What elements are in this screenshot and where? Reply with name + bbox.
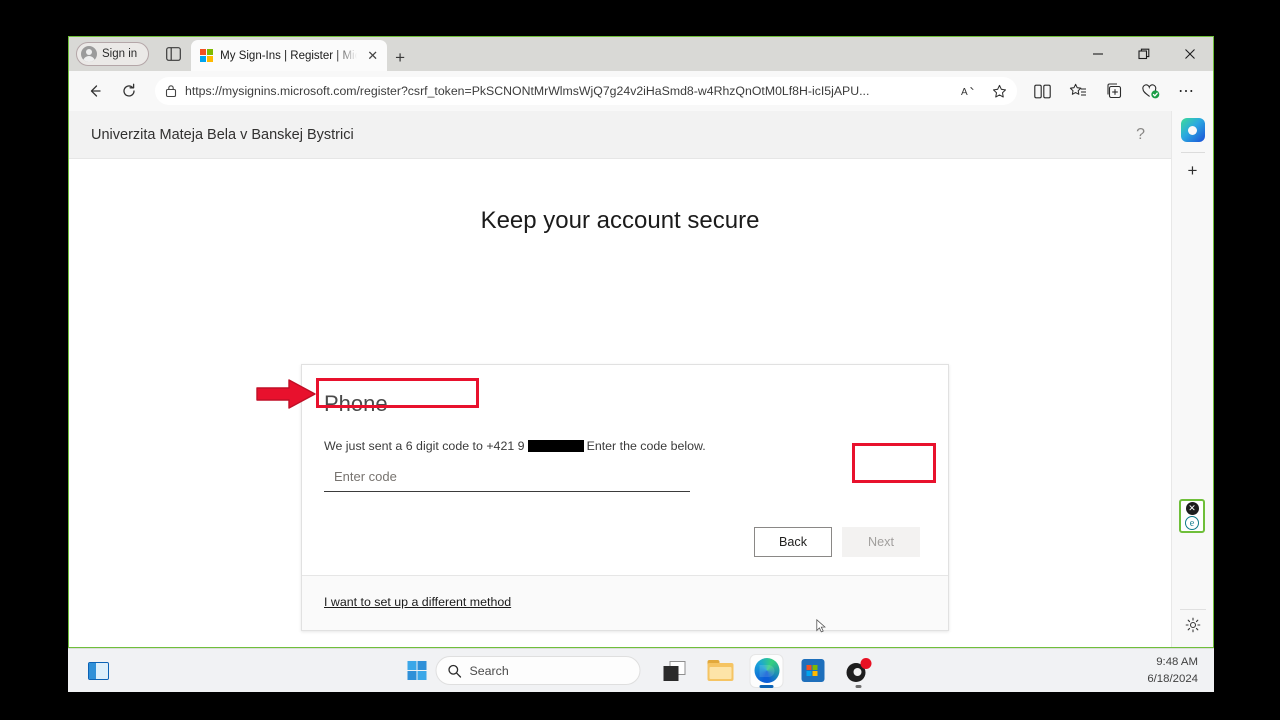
sign-in-button[interactable]: Sign in [76,42,150,66]
restore-icon [1138,48,1150,60]
microsoft-store-button[interactable] [797,655,829,687]
collections-icon [1106,83,1121,99]
browser-toolbar-icons: ⋯ [1025,76,1203,106]
taskbar-center: Search [407,654,875,688]
taskbar-apps [659,654,875,688]
taskbar-search[interactable]: Search [435,656,641,685]
sidebar-bottom-divider [1179,609,1206,610]
tab-close-icon[interactable]: ✕ [364,47,381,64]
settings-and-more-button[interactable]: ⋯ [1169,76,1203,106]
favorites-button[interactable] [1061,76,1095,106]
task-view-icon [663,660,686,681]
gear-icon [1185,617,1200,633]
read-aloud-icon[interactable]: A [961,84,978,98]
next-button: Next [842,527,920,557]
split-screen-icon [1033,84,1051,98]
redacted-phone-number [527,440,584,452]
tab-actions-icon [165,47,181,61]
code-input[interactable] [324,462,690,492]
card-footer: I want to set up a different method [302,575,948,630]
different-method-link[interactable]: I want to set up a different method [324,595,511,609]
address-bar[interactable]: https://mysignins.microsoft.com/register… [155,77,1017,105]
search-placeholder: Search [469,663,509,678]
verification-card: Phone We just sent a 6 digit code to +42… [301,364,949,631]
sidebar-settings-icon[interactable] [1185,617,1201,637]
edge-sidebar: + ✕ e [1171,111,1213,647]
file-explorer-button[interactable] [705,655,737,687]
widget-edge-icon[interactable]: e [1185,516,1199,530]
close-window-button[interactable] [1167,37,1213,71]
search-icon [448,664,462,678]
browser-window: Sign in My Sign-Ins | Register | Microso… [68,36,1214,648]
site-header: Univerzita Mateja Bela v Banskej Bystric… [69,111,1171,159]
add-favorite-icon[interactable] [992,84,1007,99]
sign-in-label: Sign in [102,48,138,60]
svg-text:A: A [961,87,968,98]
microsoft-logo-icon [200,49,214,62]
page-title: Keep your account secure [480,207,760,234]
tab-strip: Sign in My Sign-Ins | Register | Microso… [69,37,1213,71]
web-page: Univerzita Mateja Bela v Banskej Bystric… [69,111,1171,647]
url-text: https://mysignins.microsoft.com/register… [185,84,870,98]
window-controls [1075,37,1213,71]
microsoft-edge-button[interactable] [750,654,783,688]
microsoft-logo-icon [806,664,819,677]
refresh-button[interactable] [113,76,145,106]
taskbar: Search 9:48 AM 6/18/2024 [68,648,1214,692]
browser-essentials-icon [1141,84,1159,99]
obs-studio-icon [846,657,872,683]
code-input-row [324,462,926,494]
restore-button[interactable] [1121,37,1167,71]
clock-date: 6/18/2024 [1147,672,1198,685]
minimize-button[interactable] [1075,37,1121,71]
browser-content: Univerzita Mateja Bela v Banskej Bystric… [69,111,1213,647]
organization-name: Univerzita Mateja Bela v Banskej Bystric… [91,126,354,143]
widget-close-icon[interactable]: ✕ [1185,502,1199,515]
page-body: Keep your account secure Phone We just s… [69,207,1171,647]
clock-time: 9:48 AM [1156,655,1198,668]
screen: Sign in My Sign-Ins | Register | Microso… [0,0,1280,720]
refresh-icon [123,83,135,97]
back-arrow-icon [90,85,101,97]
back-button[interactable] [79,76,111,106]
copilot-icon[interactable] [1180,118,1205,142]
widgets-icon[interactable] [88,661,109,680]
close-icon [1185,49,1195,59]
obs-studio-button[interactable] [843,655,875,688]
back-button[interactable]: Back [754,527,832,557]
sidebar-divider [1180,152,1205,153]
tab-actions-button[interactable] [158,40,188,68]
tab-title: My Sign-Ins | Register | Microsoft [220,49,357,62]
card-buttons: Back Next [324,527,926,557]
taskbar-left [88,661,109,680]
collections-button[interactable] [1097,76,1131,106]
help-icon[interactable]: ? [1136,126,1145,144]
file-explorer-icon [707,660,734,681]
avatar [81,46,97,62]
code-sent-prefix: We just sent a 6 digit code to +421 9 [324,439,525,453]
navigation-bar: https://mysignins.microsoft.com/register… [69,71,1213,111]
card-body: Phone We just sent a 6 digit code to +42… [302,365,948,575]
sidebar-add-button[interactable]: + [1188,162,1198,179]
minimize-icon [1093,53,1103,55]
sidebar-widget[interactable]: ✕ e [1179,499,1205,533]
taskbar-clock[interactable]: 9:48 AM 6/18/2024 [1147,654,1198,687]
mouse-cursor [816,619,826,633]
lock-icon [165,84,177,98]
browser-tab[interactable]: My Sign-Ins | Register | Microsoft ✕ [191,40,388,71]
task-view-button[interactable] [659,655,691,687]
browser-essentials-button[interactable] [1133,76,1167,106]
split-screen-button[interactable] [1025,76,1059,106]
card-title: Phone [324,391,388,416]
code-sent-suffix: Enter the code below. [586,439,706,453]
windows-start-icon[interactable] [407,661,427,681]
favorites-icon [1069,83,1086,96]
new-tab-button[interactable]: + [395,49,405,66]
microsoft-store-icon [801,659,824,682]
code-sent-message: We just sent a 6 digit code to +421 9 En… [324,439,926,453]
annotation-arrow [256,379,316,409]
microsoft-edge-icon [754,658,779,683]
